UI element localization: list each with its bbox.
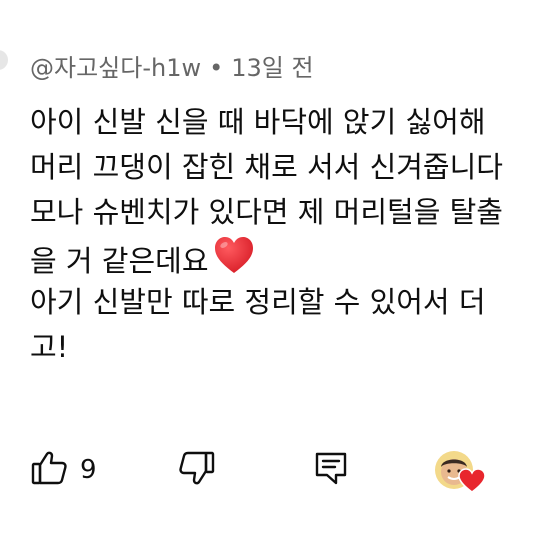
like-count: 9 <box>80 455 97 485</box>
comment-line: 아이 신발 신을 때 바닥에 앉기 싫어해 <box>30 105 486 139</box>
thumbs-up-icon[interactable] <box>30 449 68 491</box>
reply-icon[interactable] <box>312 449 350 491</box>
comment-line: 을 거 같은데요 <box>30 244 209 278</box>
comment-line: 머리 끄댕이 잡힌 채로 서서 신겨줍니다 <box>30 150 503 184</box>
comment-time[interactable]: 13일 전 <box>231 54 313 82</box>
creator-heart-badge[interactable] <box>434 448 494 493</box>
reply-button[interactable] <box>312 448 350 492</box>
creator-heart-icon <box>458 468 486 498</box>
thumbs-down-icon[interactable] <box>178 449 216 491</box>
dislike-button[interactable] <box>178 448 216 492</box>
comment-actions: 9 <box>30 448 510 493</box>
comment-card: @자고싶다-h1w • 13일 전 아이 신발 신을 때 바닥에 앉기 싫어해 머리… <box>0 0 560 560</box>
author-handle[interactable]: @자고싶다-h1w <box>30 54 201 82</box>
comment-line: 아기 신발만 따로 정리할 수 있어서 더 <box>30 285 486 319</box>
comment-line: 고! <box>30 330 69 364</box>
comment-header: @자고싶다-h1w • 13일 전 <box>30 52 314 84</box>
meta-separator: • <box>209 54 224 82</box>
like-button[interactable]: 9 <box>30 448 97 492</box>
comment-text: 아이 신발 신을 때 바닥에 앉기 싫어해 머리 끄댕이 잡힌 채로 서서 신겨… <box>30 100 560 370</box>
comment-line-with-emoji: 을 거 같은데요 <box>30 235 560 280</box>
comment-line: 모나 슈벤치가 있다면 제 머리털을 탈출 <box>30 195 503 229</box>
author-avatar[interactable] <box>0 50 8 70</box>
